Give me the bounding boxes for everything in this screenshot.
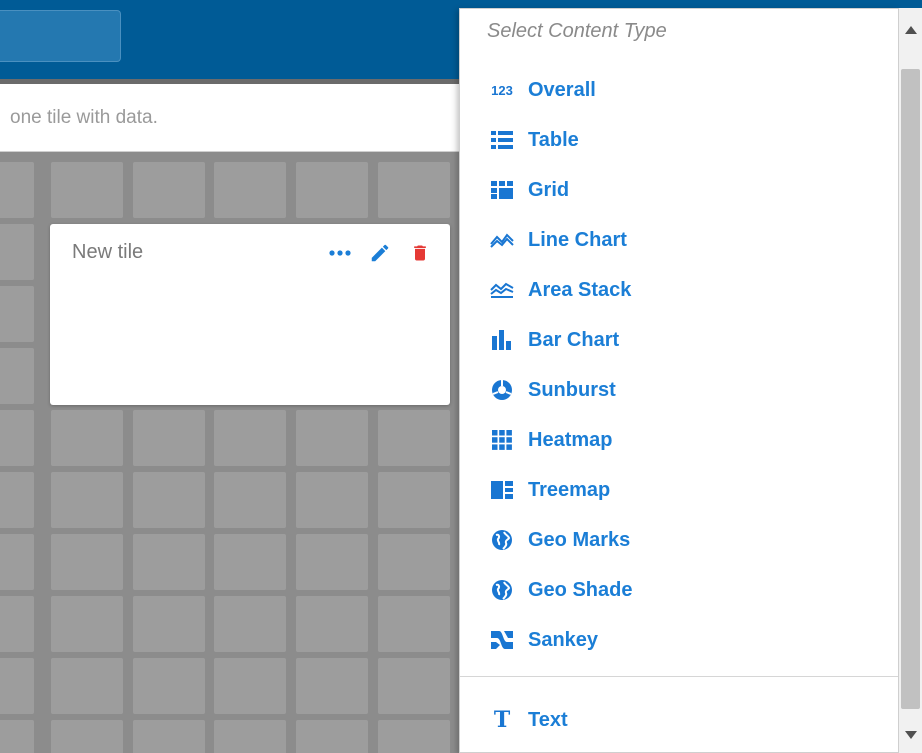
grid-icon xyxy=(487,178,517,202)
tile-actions xyxy=(328,241,432,265)
grid-cell xyxy=(378,658,450,714)
grid-cell xyxy=(133,596,205,652)
content-type-label: Grid xyxy=(528,178,570,201)
content-type-line-chart[interactable]: Line Chart xyxy=(487,223,627,257)
grid-cell xyxy=(0,720,34,753)
treemap-icon xyxy=(487,478,517,502)
content-type-label: Heatmap xyxy=(528,428,613,451)
grid-cell xyxy=(378,410,450,466)
content-type-geo-shade[interactable]: Geo Shade xyxy=(487,573,632,607)
grid-cell xyxy=(133,472,205,528)
grid-cell xyxy=(378,162,450,218)
grid-cell xyxy=(214,410,286,466)
delete-trash-icon[interactable] xyxy=(408,241,432,265)
grid-cell xyxy=(0,472,34,528)
scroll-up-arrow-icon[interactable] xyxy=(899,18,922,42)
scrollbar-thumb[interactable] xyxy=(901,69,920,709)
dropdown-divider xyxy=(460,676,898,677)
content-type-geo-marks[interactable]: Geo Marks xyxy=(487,523,630,557)
grid-cell xyxy=(214,472,286,528)
grid-cell xyxy=(296,596,368,652)
grid-cell xyxy=(214,658,286,714)
content-type-label: Bar Chart xyxy=(528,328,620,351)
grid-cell xyxy=(0,410,34,466)
grid-cell xyxy=(133,162,205,218)
dropdown-header: Select Content Type xyxy=(487,20,667,42)
content-type-label: Treemap xyxy=(528,478,611,501)
content-type-table[interactable]: Table xyxy=(487,123,579,157)
grid-cell xyxy=(133,720,205,753)
dashboard-tile[interactable]: New tile xyxy=(50,224,450,405)
grid-cell xyxy=(378,534,450,590)
grid-cell xyxy=(51,410,123,466)
grid-cell xyxy=(133,534,205,590)
tile-title: New tile xyxy=(72,241,144,263)
grid-cell xyxy=(0,658,34,714)
bar-chart-icon xyxy=(487,328,517,352)
grid-cell xyxy=(296,534,368,590)
globe-icon xyxy=(487,578,517,602)
content-type-label: Geo Marks xyxy=(528,528,631,551)
content-type-sunburst[interactable]: Sunburst xyxy=(487,373,616,407)
grid-cell xyxy=(0,224,34,280)
content-type-bar-chart[interactable]: Bar Chart xyxy=(487,323,619,357)
grid-cell xyxy=(0,348,34,404)
grid-cell xyxy=(378,472,450,528)
grid-cell xyxy=(214,162,286,218)
grid-cell xyxy=(133,410,205,466)
grid-cell xyxy=(51,162,123,218)
content-type-label: Overall xyxy=(528,78,596,101)
content-type-label: Sunburst xyxy=(528,378,616,401)
grid-cell xyxy=(296,720,368,753)
grid-cell xyxy=(0,596,34,652)
grid-cell xyxy=(0,162,34,218)
more-options-icon[interactable] xyxy=(328,241,352,265)
area-stack-icon xyxy=(487,278,517,302)
content-type-label: Geo Shade xyxy=(528,578,633,601)
grid-cell xyxy=(214,534,286,590)
edit-pencil-icon[interactable] xyxy=(368,241,392,265)
content-type-label: Table xyxy=(528,128,579,151)
grid-cell xyxy=(296,472,368,528)
content-type-label: Sankey xyxy=(528,628,599,651)
scroll-down-arrow-icon[interactable] xyxy=(899,723,922,747)
content-type-text[interactable]: T Text xyxy=(487,703,568,737)
globe-icon xyxy=(487,528,517,552)
content-type-area-stack[interactable]: Area Stack xyxy=(487,273,631,307)
content-type-label: Line Chart xyxy=(528,228,627,251)
grid-cell xyxy=(51,534,123,590)
line-chart-icon xyxy=(487,228,517,252)
dropdown-scrollbar[interactable] xyxy=(899,8,922,753)
123-icon: 123 xyxy=(491,82,513,98)
grid-cell xyxy=(214,596,286,652)
grid-cell xyxy=(296,658,368,714)
content-type-overall[interactable]: 123 Overall xyxy=(487,73,596,107)
grid-cell xyxy=(378,596,450,652)
content-type-heatmap[interactable]: Heatmap xyxy=(487,423,612,457)
grid-cell xyxy=(0,286,34,342)
message-text: one tile with data. xyxy=(10,107,158,128)
grid-cell xyxy=(214,720,286,753)
grid-cell xyxy=(51,596,123,652)
content-type-label: Area Stack xyxy=(528,278,632,301)
grid-cell xyxy=(378,720,450,753)
grid-cell xyxy=(0,534,34,590)
grid-cell xyxy=(133,658,205,714)
grid-cell xyxy=(51,472,123,528)
text-icon: T xyxy=(493,707,511,733)
content-type-grid[interactable]: Grid xyxy=(487,173,569,207)
content-type-sankey[interactable]: Sankey xyxy=(487,623,598,657)
table-icon xyxy=(487,128,517,152)
grid-cell xyxy=(51,658,123,714)
sankey-icon xyxy=(487,628,517,652)
heatmap-icon xyxy=(487,428,517,452)
grid-cell xyxy=(296,410,368,466)
grid-cell xyxy=(51,720,123,753)
sunburst-icon xyxy=(487,378,517,402)
content-type-dropdown: Select Content Type 123 Overall Table Gr… xyxy=(459,8,899,753)
content-type-treemap[interactable]: Treemap xyxy=(487,473,610,507)
grid-cell xyxy=(296,162,368,218)
content-type-label: Text xyxy=(528,708,568,731)
top-bar-button[interactable] xyxy=(0,10,121,62)
